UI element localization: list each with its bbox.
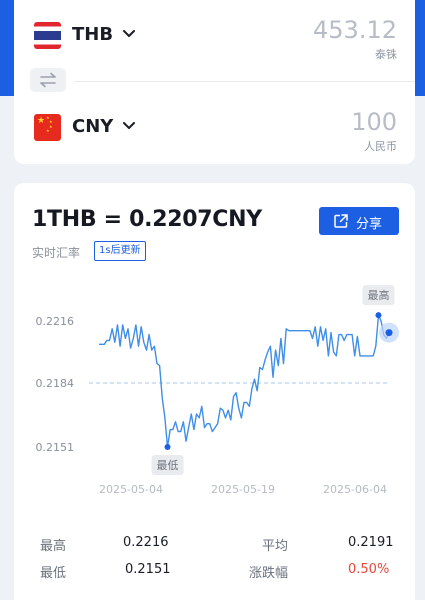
y-tick-label: 0.2216 [36, 315, 75, 328]
swap-arrows-icon [40, 72, 56, 88]
from-amount-input[interactable]: 453.12 [313, 16, 397, 44]
x-tick-label: 2025-05-19 [211, 483, 275, 496]
share-label: 分享 [356, 217, 383, 232]
rate-series-line [99, 314, 390, 448]
to-currency-unit: 人民币 [364, 140, 397, 153]
change-label: 涨跌幅 [249, 566, 289, 581]
chevron-down-icon[interactable] [121, 25, 137, 43]
high-label: 最高 [40, 539, 67, 554]
low-value: 0.2151 [125, 562, 171, 577]
exchange-rate-title: 1THB = 0.2207CNY [32, 207, 262, 232]
rate-line-chart[interactable]: 0.2216 0.2184 0.2151 2025-05-04 2025-05-19 20… [14, 271, 415, 521]
share-button[interactable]: 分享 [319, 207, 399, 235]
chevron-down-icon[interactable] [121, 117, 137, 135]
realtime-rate-label: 实时汇率 [32, 246, 81, 260]
to-currency-code[interactable]: CNY [72, 114, 113, 140]
high-value: 0.2216 [123, 535, 169, 550]
low-label: 最低 [40, 566, 67, 581]
max-point [375, 312, 382, 319]
average-label: 平均 [262, 539, 289, 554]
to-amount-input[interactable]: 100 [351, 108, 397, 136]
from-currency-code[interactable]: THB [72, 22, 113, 48]
thailand-flag-icon [34, 22, 61, 49]
converter-card: THB 453.12 泰铢 ★ ★ ★ ★ ★ CNY 100 人民币 [14, 0, 415, 164]
rate-chart-card: 1THB = 0.2207CNY 分享 实时汇率 1s后更新 0.2216 0.2… [14, 183, 415, 600]
max-label: 最高 [367, 288, 389, 302]
to-currency-row[interactable]: ★ ★ ★ ★ ★ CNY 100 人民币 [14, 92, 415, 160]
current-point [385, 329, 393, 337]
x-tick-label: 2025-06-04 [323, 483, 387, 496]
refresh-countdown-badge: 1s后更新 [94, 241, 146, 261]
swap-button[interactable] [30, 68, 66, 92]
y-tick-label: 0.2184 [36, 377, 75, 390]
share-icon [334, 214, 348, 228]
divider [74, 81, 415, 82]
from-currency-row[interactable]: THB 453.12 泰铢 [14, 0, 415, 68]
min-label: 最低 [157, 459, 179, 472]
x-tick-label: 2025-05-04 [99, 483, 163, 496]
min-point [164, 444, 171, 450]
average-value: 0.2191 [348, 535, 394, 550]
y-tick-label: 0.2151 [36, 441, 75, 454]
change-value: 0.50% [348, 562, 390, 577]
from-currency-unit: 泰铢 [375, 48, 397, 61]
china-flag-icon: ★ ★ ★ ★ ★ [34, 114, 61, 141]
